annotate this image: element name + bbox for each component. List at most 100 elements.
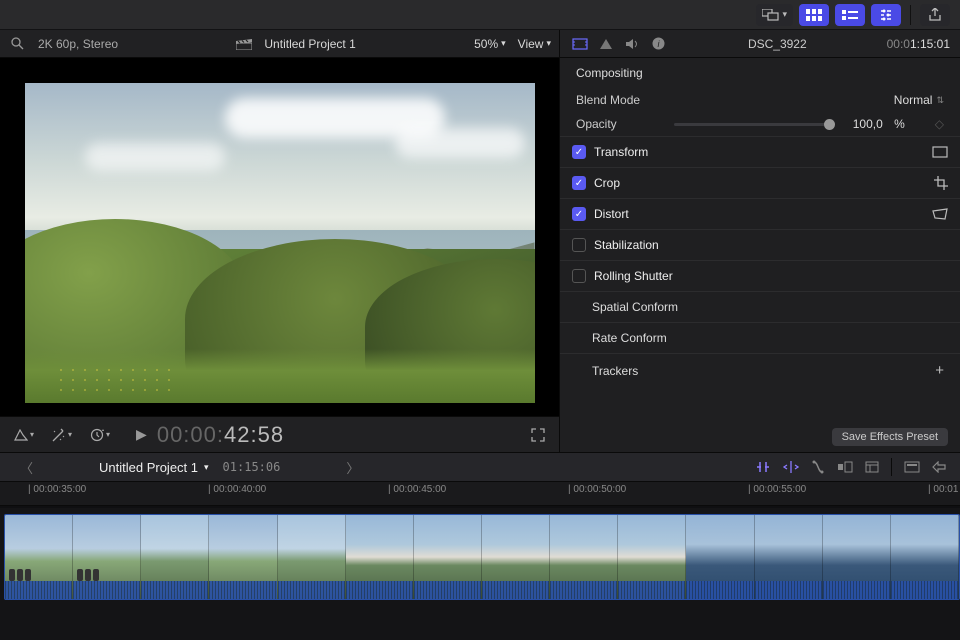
clip-thumbnail[interactable] [209,515,277,599]
ruler-tick: | 00:00:50:00 [570,484,626,495]
blend-mode-row: Blend Mode Normal⇅ [560,88,960,112]
opacity-slider[interactable] [674,123,835,126]
row-label: Trackers [592,364,638,378]
opacity-label: Opacity [576,117,656,131]
layout-switcher-button[interactable]: ▾ [756,4,793,26]
index-button[interactable] [865,461,879,473]
clip-spec-label: 2K 60p, Stereo [38,37,118,51]
toggle-row-transform[interactable]: ✓ Transform [560,136,960,167]
clip-thumbnail[interactable] [141,515,209,599]
inspector-clip-name: DSC_3922 [676,37,879,51]
toggle-label: Stabilization [594,238,659,252]
checkbox[interactable] [572,238,586,252]
rect-icon [932,146,948,158]
timecode-small: 00:00: [157,422,224,448]
opacity-keyframe-icon[interactable]: ◇ [935,117,944,131]
toggle-label: Crop [594,176,620,190]
clip-thumbnail[interactable] [414,515,482,599]
zoom-dropdown[interactable]: 50%▾ [474,37,506,51]
row-label: Rate Conform [592,331,667,345]
opacity-value[interactable]: 100,0 % [853,117,905,131]
checkbox[interactable]: ✓ [572,207,586,221]
inspector-panel: i DSC_3922 00:01:15:01 Compositing Blend… [560,30,960,452]
toggle-row-crop[interactable]: ✓ Crop [560,167,960,198]
checkbox[interactable]: ✓ [572,176,586,190]
clapperboard-icon [236,38,252,50]
clip-thumbnail[interactable] [482,515,550,599]
clip-thumbnail[interactable] [278,515,346,599]
next-edit-button[interactable]: 〉 [340,458,365,477]
effects-browse-button[interactable]: ▾ [10,427,38,443]
timeline[interactable] [0,506,960,640]
solo-button[interactable] [837,461,853,473]
row-spatial-conform[interactable]: Spatial Conform [560,291,960,322]
toggle-row-rolling-shutter[interactable]: Rolling Shutter [560,260,960,291]
retime-button[interactable]: ▾ [86,426,114,444]
info-inspector-tab[interactable]: i [648,35,668,53]
clip-thumbnail[interactable] [755,515,823,599]
distort-icon [932,208,948,220]
toggle-label: Rolling Shutter [594,269,673,283]
top-toolbar: ▾ [0,0,960,30]
timecode-display[interactable]: 00:00:42:58 [157,422,284,448]
search-icon[interactable] [8,37,26,50]
timeline-appearance-button[interactable] [904,461,920,473]
ruler-tick: | 00:00:55:00 [750,484,806,495]
toggle-row-stabilization[interactable]: Stabilization [560,229,960,260]
inspector-duration: 00:01:15:01 [887,37,950,51]
audio-skimming-button[interactable] [811,460,825,474]
prev-edit-button[interactable]: 〈 [14,458,39,477]
inspector-toggle-button[interactable] [871,4,901,26]
view-dropdown[interactable]: View▾ [518,37,551,51]
ruler-tick: | 00:01 [930,484,958,495]
share-button[interactable] [920,4,950,26]
timecode-large: 42:58 [224,422,284,448]
enhance-button[interactable]: ▾ [48,426,76,444]
row-rate-conform[interactable]: Rate Conform [560,322,960,353]
project-name-dropdown[interactable]: Untitled Project 1▾ [99,460,209,475]
clip-thumbnail[interactable] [823,515,891,599]
project-title: Untitled Project 1 [264,37,355,51]
blend-mode-dropdown[interactable]: Normal⇅ [894,93,944,107]
clip-thumbnail[interactable] [5,515,73,599]
skimming-button[interactable] [783,460,799,474]
blend-mode-label: Blend Mode [576,93,656,107]
video-track[interactable] [4,514,960,600]
viewer-canvas-area [0,58,559,416]
toggle-row-distort[interactable]: ✓ Distort [560,198,960,229]
clip-thumbnail[interactable] [550,515,618,599]
checkbox[interactable] [572,269,586,283]
play-button[interactable]: ▶ [136,426,147,443]
timeline-ruler[interactable]: | 00:00:35:00 | 00:00:40:00 | 00:00:45:00 |… [0,482,960,506]
video-inspector-tab[interactable] [570,35,590,53]
transport-bar: ▾ ▾ ▾ ▶ 00:00:42:58 [0,416,559,452]
fullscreen-button[interactable] [527,426,549,444]
project-duration: 01:15:06 [223,460,281,474]
list-view-button[interactable] [835,4,865,26]
clip-thumbnail[interactable] [686,515,754,599]
ruler-tick: | 00:00:45:00 [390,484,446,495]
toggle-label: Transform [594,145,648,159]
compositing-section-title: Compositing [560,58,960,88]
toggle-label: Distort [594,207,629,221]
timeline-effects-button[interactable] [932,461,946,473]
viewer-header: 2K 60p, Stereo Untitled Project 1 50%▾ V… [0,30,559,58]
clip-thumbnail[interactable] [618,515,686,599]
clip-thumbnail[interactable] [73,515,141,599]
row-trackers[interactable]: Trackers + [560,353,960,387]
save-effects-preset-button[interactable]: Save Effects Preset [832,428,948,446]
crop-icon [934,176,948,190]
ruler-tick: | 00:00:40:00 [210,484,266,495]
snapping-button[interactable] [755,460,771,474]
preview-frame[interactable] [25,83,535,403]
checkbox[interactable]: ✓ [572,145,586,159]
clip-thumbnail[interactable] [346,515,414,599]
add-icon[interactable]: + [935,362,944,379]
row-label: Spatial Conform [592,300,678,314]
clip-thumbnail[interactable] [891,515,959,599]
project-bar: 〈 Untitled Project 1▾ 01:15:06 〉 [0,452,960,482]
grid-view-button[interactable] [799,4,829,26]
audio-inspector-tab[interactable] [622,35,642,53]
color-inspector-tab[interactable] [596,35,616,53]
ruler-tick: | 00:00:35:00 [30,484,86,495]
